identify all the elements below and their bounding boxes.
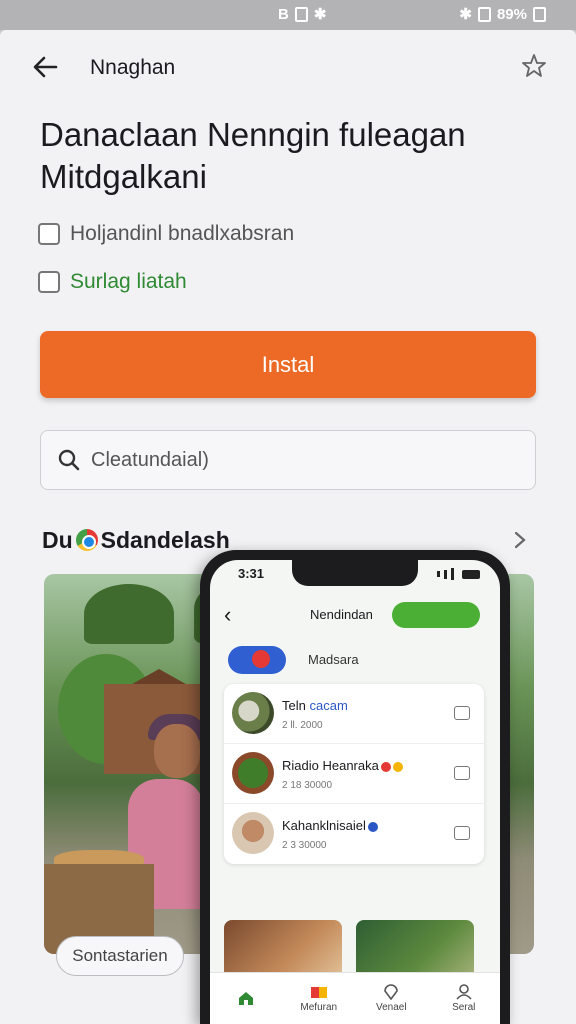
list-item-subtitle: 2 3 30000 bbox=[282, 840, 327, 851]
chevron-right-icon[interactable] bbox=[510, 528, 530, 552]
nav-menu[interactable]: Mefuran bbox=[283, 973, 356, 1024]
list-item[interactable]: Teln cacam 2 ll. 2000 bbox=[224, 684, 484, 744]
woman-face bbox=[154, 724, 200, 778]
app-detail-sheet: Nnaghan Danaclaan Nenngin fuleagan Mitdg… bbox=[0, 30, 576, 1024]
back-arrow-icon[interactable] bbox=[30, 52, 60, 82]
profile-icon bbox=[456, 984, 472, 1000]
nav-profile[interactable]: Seral bbox=[428, 973, 501, 1024]
phone-notch bbox=[292, 560, 418, 586]
phone-subtitle: Madsara bbox=[308, 652, 359, 667]
phone-title: Nendindan bbox=[310, 607, 373, 622]
phone-status-icons bbox=[437, 568, 480, 580]
list-item-title: Riadio Heanraka bbox=[282, 758, 403, 773]
signal-icon bbox=[477, 6, 491, 22]
food-photo[interactable] bbox=[224, 920, 342, 980]
location-icon bbox=[384, 984, 399, 1000]
phone-time: 3:31 bbox=[238, 566, 265, 581]
phone-screen: 3:31 ‹ Nendindan Madsara Teln cacam 2 ll… bbox=[210, 560, 500, 1024]
section-title-suffix: Sdandelash bbox=[100, 526, 230, 553]
calendar-icon[interactable] bbox=[454, 706, 470, 720]
top-bar-title: Nnaghan bbox=[90, 56, 176, 79]
phone-toggle[interactable] bbox=[228, 646, 286, 674]
search-icon bbox=[58, 449, 80, 471]
list-thumbnail bbox=[232, 812, 274, 854]
nav-label: Mefuran bbox=[300, 1002, 338, 1013]
nav-label: Seral bbox=[452, 1002, 476, 1013]
checkbox-option-1[interactable]: Holjandinl bnadlxabsran bbox=[38, 222, 294, 246]
phone-bottom-nav: Mefuran Venael Seral bbox=[210, 972, 500, 1024]
phone-back-icon[interactable]: ‹ bbox=[224, 602, 231, 628]
notification-icon bbox=[294, 6, 308, 22]
list-item-subtitle: 2 18 30000 bbox=[282, 780, 333, 791]
checkbox[interactable] bbox=[38, 223, 60, 245]
status-bar: B ✱ ✱ 89% bbox=[0, 0, 576, 30]
status-app-icon: B bbox=[278, 5, 289, 23]
search-field[interactable]: Cleatundaial) bbox=[40, 430, 536, 490]
home-icon bbox=[239, 991, 254, 1005]
list-item[interactable]: Kahanklnisaiel 2 3 30000 bbox=[224, 804, 484, 864]
settings-icon: ✱ bbox=[313, 6, 327, 23]
palm-leaves bbox=[84, 584, 174, 644]
list-item-title: Kahanklnisaiel bbox=[282, 818, 378, 833]
nav-home[interactable] bbox=[210, 973, 283, 1024]
section-title: Du Sdandelash bbox=[42, 527, 230, 554]
food-photo[interactable] bbox=[356, 920, 474, 980]
phone-action-pill[interactable] bbox=[392, 602, 480, 628]
category-chip[interactable]: Sontastarien bbox=[56, 936, 184, 976]
section-title-prefix: Du bbox=[42, 526, 73, 553]
battery-level: 89% bbox=[496, 5, 527, 23]
search-input[interactable]: Cleatundaial) bbox=[91, 449, 209, 472]
top-app-bar: Nnaghan bbox=[0, 30, 576, 104]
list-item-subtitle: 2 ll. 2000 bbox=[282, 720, 323, 731]
list-thumbnail bbox=[232, 752, 274, 794]
checkbox[interactable] bbox=[38, 271, 60, 293]
install-button[interactable]: Instal bbox=[40, 331, 536, 398]
star-icon[interactable] bbox=[520, 52, 548, 80]
calendar-icon[interactable] bbox=[454, 826, 470, 840]
globe-icon bbox=[75, 529, 98, 551]
checkbox-option-2[interactable]: Surlag liatah bbox=[38, 270, 187, 294]
list-item-title: Teln cacam bbox=[282, 698, 348, 713]
checkbox-label: Holjandinl bnadlxabsran bbox=[70, 222, 295, 245]
bluetooth-icon: ✱ bbox=[459, 6, 472, 23]
phone-list: Teln cacam 2 ll. 2000 Riadio Heanraka 2 … bbox=[224, 684, 484, 864]
phone-mockup: 3:31 ‹ Nendindan Madsara Teln cacam 2 ll… bbox=[200, 550, 510, 1024]
list-item[interactable]: Riadio Heanraka 2 18 30000 bbox=[224, 744, 484, 804]
calendar-icon[interactable] bbox=[454, 766, 470, 780]
nav-location[interactable]: Venael bbox=[355, 973, 428, 1024]
app-title: Danaclaan Nenngin fuleagan Mitdgalkani bbox=[40, 116, 466, 195]
nav-label: Venael bbox=[375, 1002, 407, 1013]
list-thumbnail bbox=[232, 692, 274, 734]
battery-icon bbox=[533, 6, 546, 22]
checkbox-label: Surlag liatah bbox=[70, 270, 187, 293]
shop-icon bbox=[310, 987, 327, 998]
